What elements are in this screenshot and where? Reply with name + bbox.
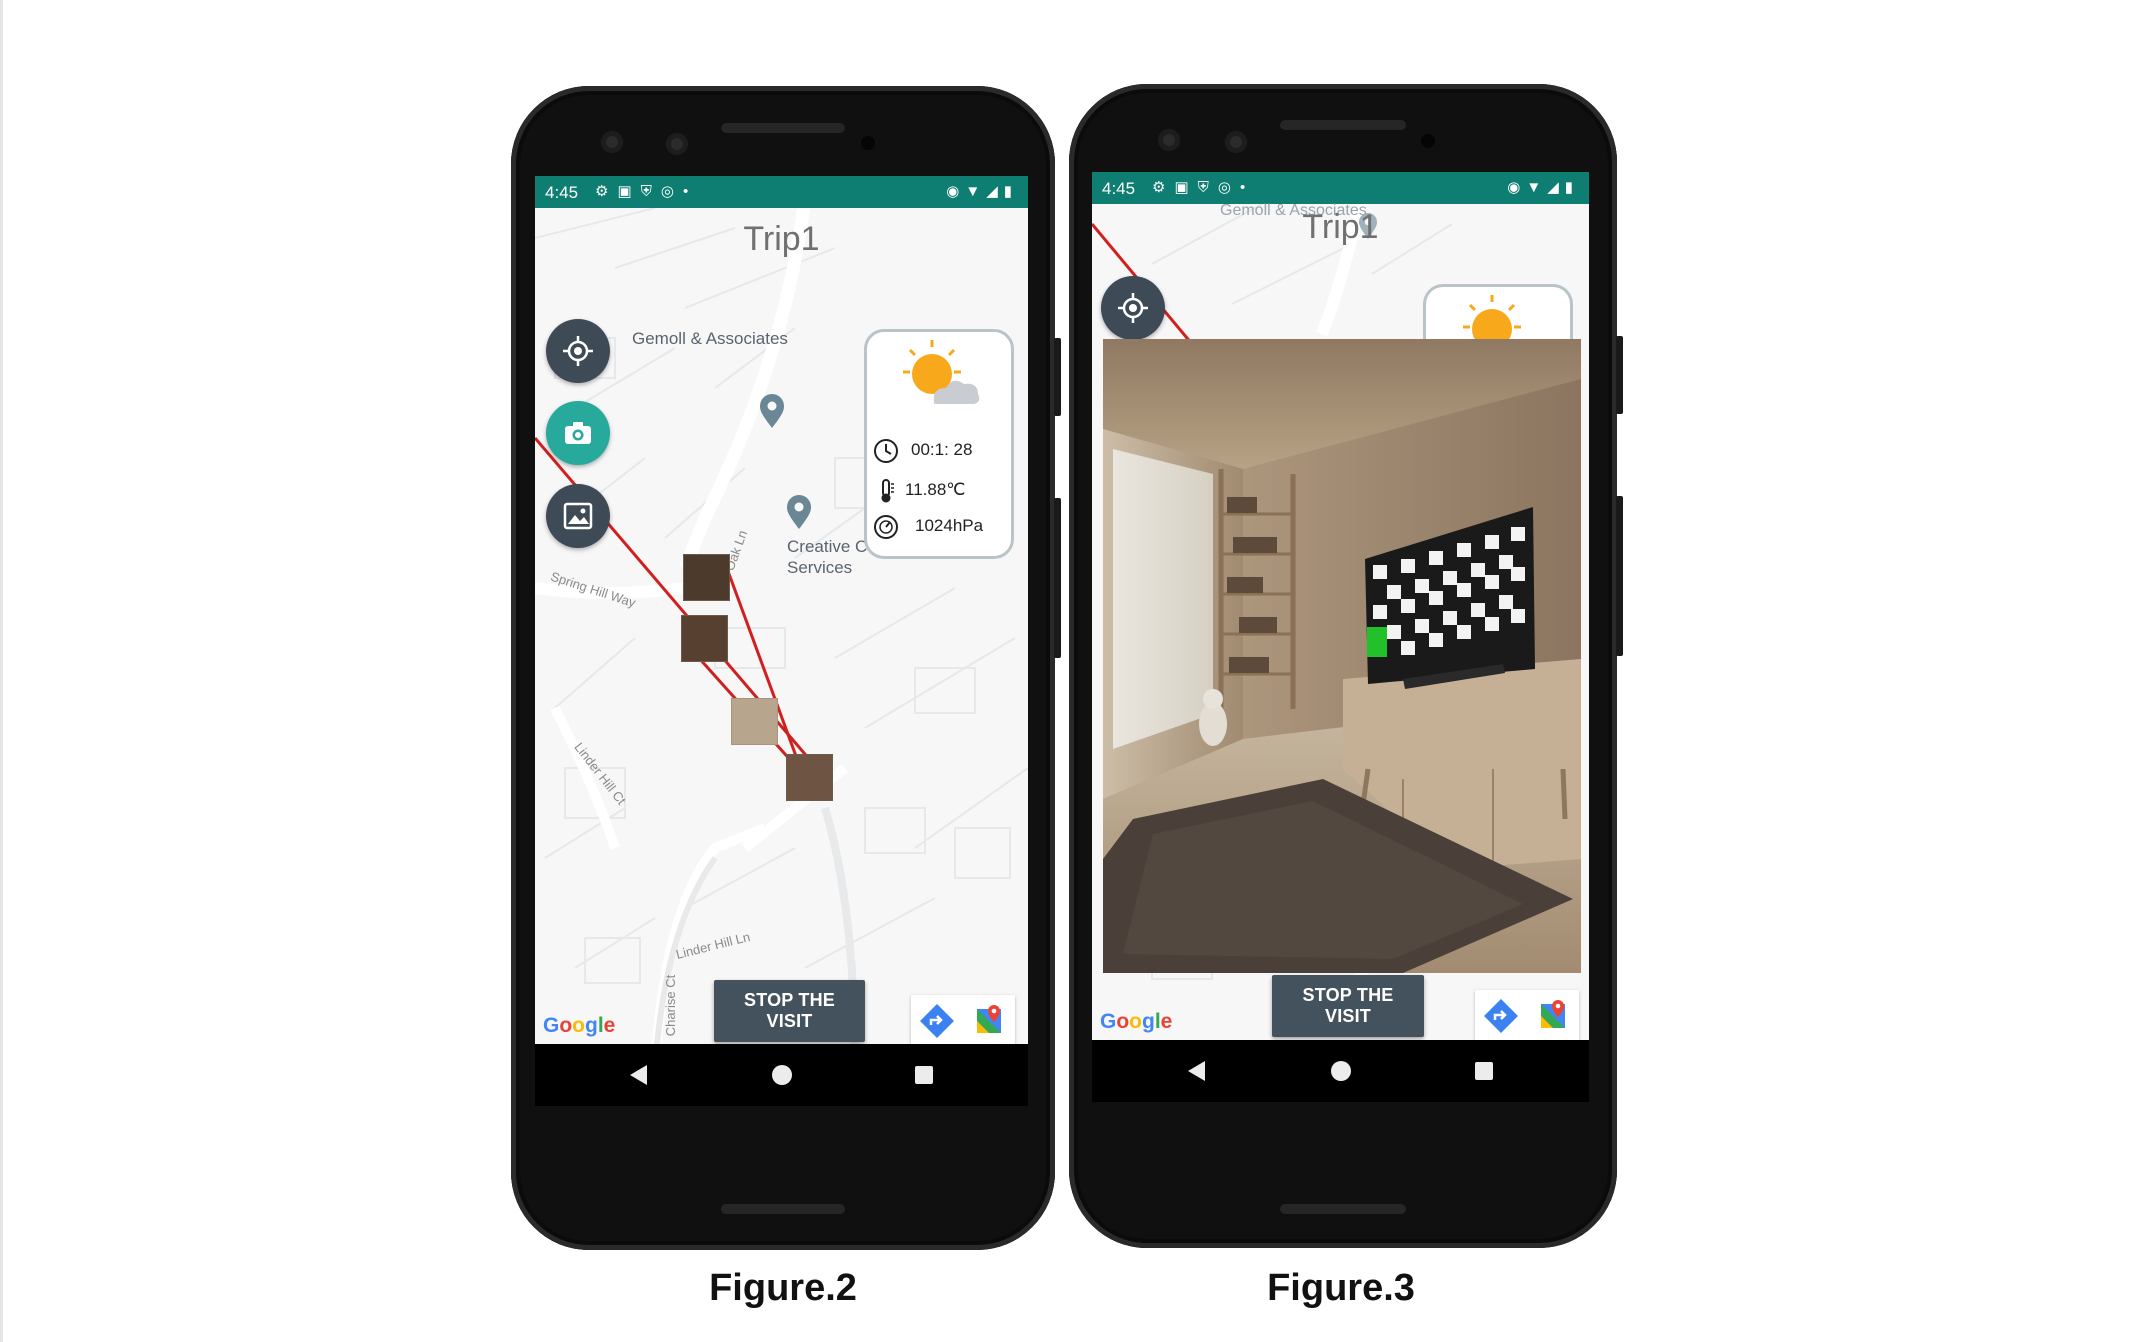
status-system-icons: ◉▼◢▮ (946, 183, 1018, 200)
android-navigation-bar (535, 1044, 1028, 1106)
directions-icon (920, 1004, 954, 1038)
photo-marker[interactable] (786, 754, 833, 801)
trip-title: Trip1 (743, 220, 820, 258)
back-triangle-icon[interactable] (630, 1065, 647, 1085)
earpiece-speaker (721, 123, 845, 133)
figure-caption-3: Figure.3 (1267, 1267, 1415, 1309)
front-camera-secondary (1225, 131, 1247, 153)
room-photo-image (1103, 339, 1581, 973)
image-gallery-icon (563, 502, 593, 530)
status-time: 4:45 (1102, 179, 1136, 198)
bottom-speaker (1280, 1204, 1406, 1214)
proximity-sensor (1421, 134, 1435, 148)
directions-button[interactable] (1475, 990, 1527, 1042)
app-screen: 4:45 ⚙▣⛨◎• ◉▼◢▮ Gemoll & Associates Trip… (1092, 172, 1589, 1102)
home-circle-icon[interactable] (1331, 1061, 1351, 1081)
poi-creative-consulting-line2[interactable]: Services (787, 557, 852, 578)
weather-elapsed: 00:1: 28 (911, 440, 973, 459)
locate-button[interactable] (546, 319, 610, 383)
google-logo: Google (1100, 1010, 1173, 1033)
figure-caption-2: Figure.2 (709, 1267, 857, 1309)
crosshair-icon (563, 336, 593, 366)
camera-icon (565, 422, 591, 444)
gallery-button[interactable] (546, 484, 610, 548)
camera-button[interactable] (546, 401, 610, 465)
weather-elapsed-row: 00:1: 28 (873, 438, 972, 469)
photo-marker[interactable] (683, 554, 730, 601)
status-bar: 4:45 ⚙▣⛨◎• ◉▼◢▮ (535, 176, 1028, 208)
weather-pressure: 1024hPa (915, 516, 984, 535)
status-system-icons: ◉▼◢▮ (1507, 179, 1579, 196)
recents-square-icon[interactable] (915, 1066, 933, 1084)
thermometer-icon (881, 479, 894, 503)
power-button (1054, 338, 1061, 416)
page-edge (0, 0, 3, 1342)
sun-cloud-icon (903, 340, 980, 404)
weather-temperature: 11.88℃ (905, 480, 966, 499)
phone-frame-figure-3: 4:45 ⚙▣⛨◎• ◉▼◢▮ Gemoll & Associates Trip… (1069, 84, 1623, 1248)
weather-card: 00:1: 28 11.88℃ 1024hPa (864, 329, 1014, 559)
volume-rocker (1054, 498, 1061, 658)
photo-marker[interactable] (731, 698, 778, 745)
weather-temperature-row: 11.88℃ (873, 478, 965, 509)
directions-button[interactable] (911, 995, 963, 1047)
bottom-speaker (721, 1204, 845, 1214)
back-triangle-icon[interactable] (1188, 1061, 1205, 1081)
google-maps-icon (1541, 1000, 1565, 1028)
open-in-maps-button[interactable] (963, 995, 1015, 1047)
stop-visit-button[interactable]: STOP THE VISIT (714, 980, 865, 1042)
earpiece-speaker (1280, 120, 1406, 130)
phone-frame-figure-2: 4:45 ⚙▣⛨◎• ◉▼◢▮ Gemoll & Associates Crea… (511, 86, 1061, 1250)
map-pin-icon[interactable] (758, 393, 786, 429)
weather-pressure-row: 1024hPa (873, 514, 983, 545)
captured-photo[interactable] (1103, 339, 1581, 973)
stop-visit-button[interactable]: STOP THE VISIT (1272, 975, 1424, 1037)
google-maps-icon (977, 1005, 1001, 1033)
android-navigation-bar (1092, 1040, 1589, 1102)
front-camera (601, 131, 623, 153)
clock-icon (874, 439, 898, 463)
power-button (1616, 336, 1623, 414)
map-pin-icon[interactable] (785, 494, 813, 530)
volume-rocker (1616, 496, 1623, 656)
home-circle-icon[interactable] (772, 1065, 792, 1085)
status-notification-icons: ⚙▣⛨◎• (1152, 179, 1255, 196)
recents-square-icon[interactable] (1475, 1062, 1493, 1080)
status-notification-icons: ⚙▣⛨◎• (595, 183, 698, 200)
locate-button[interactable] (1101, 276, 1165, 340)
photo-marker[interactable] (681, 615, 728, 662)
front-camera (1158, 129, 1180, 151)
proximity-sensor (861, 136, 875, 150)
front-camera-secondary (666, 133, 688, 155)
directions-icon (1484, 999, 1518, 1033)
app-screen: 4:45 ⚙▣⛨◎• ◉▼◢▮ Gemoll & Associates Crea… (535, 176, 1028, 1106)
google-logo: Google (543, 1014, 616, 1037)
status-time: 4:45 (545, 183, 579, 202)
map-toolbar (911, 995, 1015, 1047)
trip-title: Trip1 (1302, 208, 1379, 246)
open-in-maps-button[interactable] (1527, 990, 1579, 1042)
poi-gemoll-associates[interactable]: Gemoll & Associates (632, 328, 788, 349)
gauge-icon (874, 515, 898, 539)
map-toolbar (1475, 990, 1579, 1042)
crosshair-icon (1118, 293, 1148, 323)
street-charise-ct: Charise Ct (663, 974, 679, 1037)
